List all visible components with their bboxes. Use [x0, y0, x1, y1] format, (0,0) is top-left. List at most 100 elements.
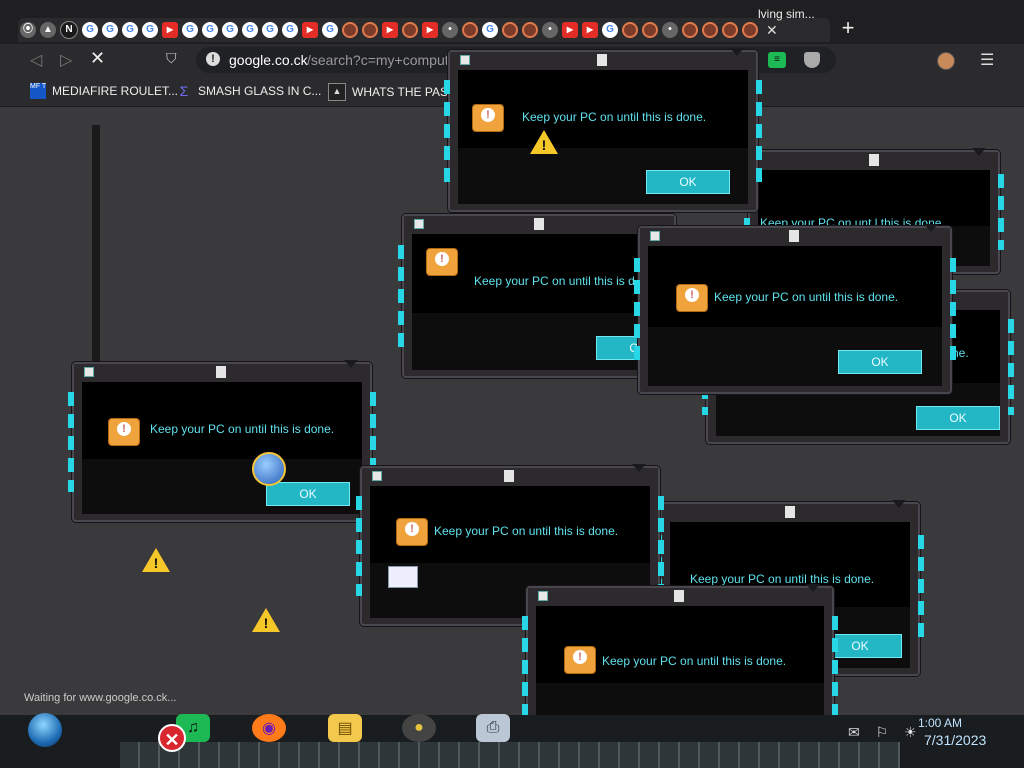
dialog-notch — [806, 584, 820, 592]
forward-button[interactable]: ▷ — [60, 50, 72, 70]
generic-tab-icon[interactable]: • — [442, 22, 458, 38]
ok-button[interactable]: OK — [916, 406, 1000, 430]
new-tab-button[interactable]: + — [838, 17, 858, 39]
bookmark-partial-label[interactable]: lving sim... — [758, 7, 815, 21]
dialog-titlebar[interactable] — [74, 360, 370, 380]
generic-tab-icon[interactable]: • — [542, 22, 558, 38]
site-icon: ▲ — [328, 83, 346, 101]
window-icon — [372, 471, 382, 481]
back-button[interactable]: ◁ — [30, 50, 42, 70]
swirl-icon[interactable] — [682, 22, 698, 38]
google-icon[interactable]: G — [262, 22, 278, 38]
dialog-titlebar[interactable] — [750, 148, 998, 168]
bookmark-mediafire[interactable]: MF T MEDIAFIRE ROULET... — [30, 83, 178, 99]
speech-bubble-alert-icon — [396, 518, 428, 546]
google-icon[interactable]: G — [282, 22, 298, 38]
start-button[interactable] — [28, 713, 62, 747]
bookmark-smash-glass[interactable]: Σ SMASH GLASS IN C... — [176, 83, 322, 99]
drag-handle[interactable] — [673, 590, 684, 602]
dialog-titlebar[interactable] — [362, 464, 658, 484]
clock-time[interactable]: 1:00 AM — [918, 716, 962, 730]
dialog-message: Keep your PC on until this is done. — [150, 422, 335, 436]
swirl-icon[interactable] — [342, 22, 358, 38]
google-icon[interactable]: G — [482, 22, 498, 38]
notice-dialog: Keep your PC on until this is done. OK — [444, 48, 762, 212]
notice-dialog: Keep your PC on until this is done. OK — [68, 360, 376, 522]
dialog-titlebar[interactable] — [404, 216, 674, 232]
drag-handle[interactable] — [216, 366, 227, 378]
dialog-titlebar[interactable] — [450, 48, 756, 68]
youtube-icon[interactable]: ▶ — [422, 22, 438, 38]
window-icon — [414, 219, 424, 229]
drag-handle[interactable] — [788, 230, 799, 242]
dialog-notch — [730, 48, 744, 56]
swirl-icon[interactable] — [462, 22, 478, 38]
google-icon[interactable]: G — [182, 22, 198, 38]
generic-tab-icon[interactable]: N — [60, 21, 78, 39]
extension-icon[interactable]: ≡ — [768, 52, 786, 68]
google-icon[interactable]: G — [142, 22, 158, 38]
drag-handle[interactable] — [533, 218, 544, 230]
youtube-icon[interactable]: ▶ — [582, 22, 598, 38]
swirl-icon[interactable] — [642, 22, 658, 38]
google-icon[interactable]: G — [202, 22, 218, 38]
google-icon[interactable]: G — [122, 22, 138, 38]
google-icon[interactable]: G — [222, 22, 238, 38]
bookmark-icon[interactable]: ⛉ — [166, 50, 177, 67]
dialog-titlebar[interactable] — [640, 224, 950, 244]
swirl-icon[interactable] — [502, 22, 518, 38]
youtube-icon[interactable]: ▶ — [382, 22, 398, 38]
firefox-icon[interactable]: ◉ — [252, 714, 286, 742]
tab-row: ⦿ ▲ N G G G G ▶ G G G G G G ▶ G ▶ ▶ • G • ▶ ▶ G • ✕ — [18, 18, 830, 42]
dialog-message: Keep your PC on until this is done. — [714, 290, 899, 304]
bookmark-whats-the-pas[interactable]: ▲ WHATS THE PAS... — [328, 83, 458, 101]
shield-icon[interactable] — [804, 52, 820, 68]
youtube-icon[interactable]: ▶ — [302, 22, 318, 38]
wallpaper-grid — [120, 742, 900, 768]
google-drive-icon[interactable]: ▲ — [40, 22, 56, 38]
chrome-icon[interactable]: ⦿ — [20, 22, 36, 38]
ok-button[interactable]: OK — [266, 482, 350, 506]
swirl-icon[interactable] — [522, 22, 538, 38]
drag-handle[interactable] — [504, 470, 515, 482]
ok-button[interactable]: OK — [646, 170, 730, 194]
stop-loading-button[interactable]: ✕ — [90, 48, 105, 69]
file-explorer-icon[interactable]: ▤ — [328, 714, 362, 742]
dialog-titlebar[interactable] — [528, 584, 832, 604]
clock-date[interactable]: 7/31/2023 — [924, 732, 986, 748]
swirl-icon[interactable] — [362, 22, 378, 38]
dialog-titlebar[interactable] — [662, 500, 918, 520]
google-icon[interactable]: G — [82, 22, 98, 38]
close-tab-icon[interactable]: ✕ — [766, 22, 778, 39]
google-icon[interactable]: G — [602, 22, 618, 38]
google-icon[interactable]: G — [242, 22, 258, 38]
swirl-icon[interactable] — [622, 22, 638, 38]
window-icon — [84, 367, 94, 377]
drag-handle[interactable] — [869, 154, 880, 166]
swirl-icon[interactable] — [702, 22, 718, 38]
site-info-icon[interactable]: ! — [206, 52, 220, 66]
youtube-icon[interactable]: ▶ — [562, 22, 578, 38]
printer-icon[interactable]: ⎙ — [476, 714, 510, 742]
swirl-icon[interactable] — [722, 22, 738, 38]
dialog-message: Keep your PC on until this is done. — [602, 654, 787, 668]
avatar[interactable] — [937, 52, 955, 70]
drag-handle[interactable] — [596, 54, 607, 66]
ok-button[interactable]: OK — [838, 350, 922, 374]
youtube-icon[interactable]: ▶ — [162, 22, 178, 38]
dialog-notch — [924, 224, 938, 232]
notice-dialog: Keep your PC on until this is done. OK — [634, 224, 956, 394]
google-icon[interactable]: G — [102, 22, 118, 38]
swirl-icon[interactable] — [742, 22, 758, 38]
smash-glass-icon: Σ — [179, 83, 189, 99]
drag-handle[interactable] — [784, 506, 795, 518]
speech-bubble-alert-icon — [108, 418, 140, 446]
browser-menu-icon[interactable]: ☰ — [980, 50, 994, 70]
system-tray-icons[interactable]: ✉ ⚐ ☀ — [848, 724, 923, 741]
window-icon — [538, 591, 548, 601]
swirl-icon[interactable] — [402, 22, 418, 38]
google-icon[interactable]: G — [322, 22, 338, 38]
media-player-icon[interactable]: ● — [402, 714, 436, 742]
dialog-notch — [892, 500, 906, 508]
generic-tab-icon[interactable]: • — [662, 22, 678, 38]
